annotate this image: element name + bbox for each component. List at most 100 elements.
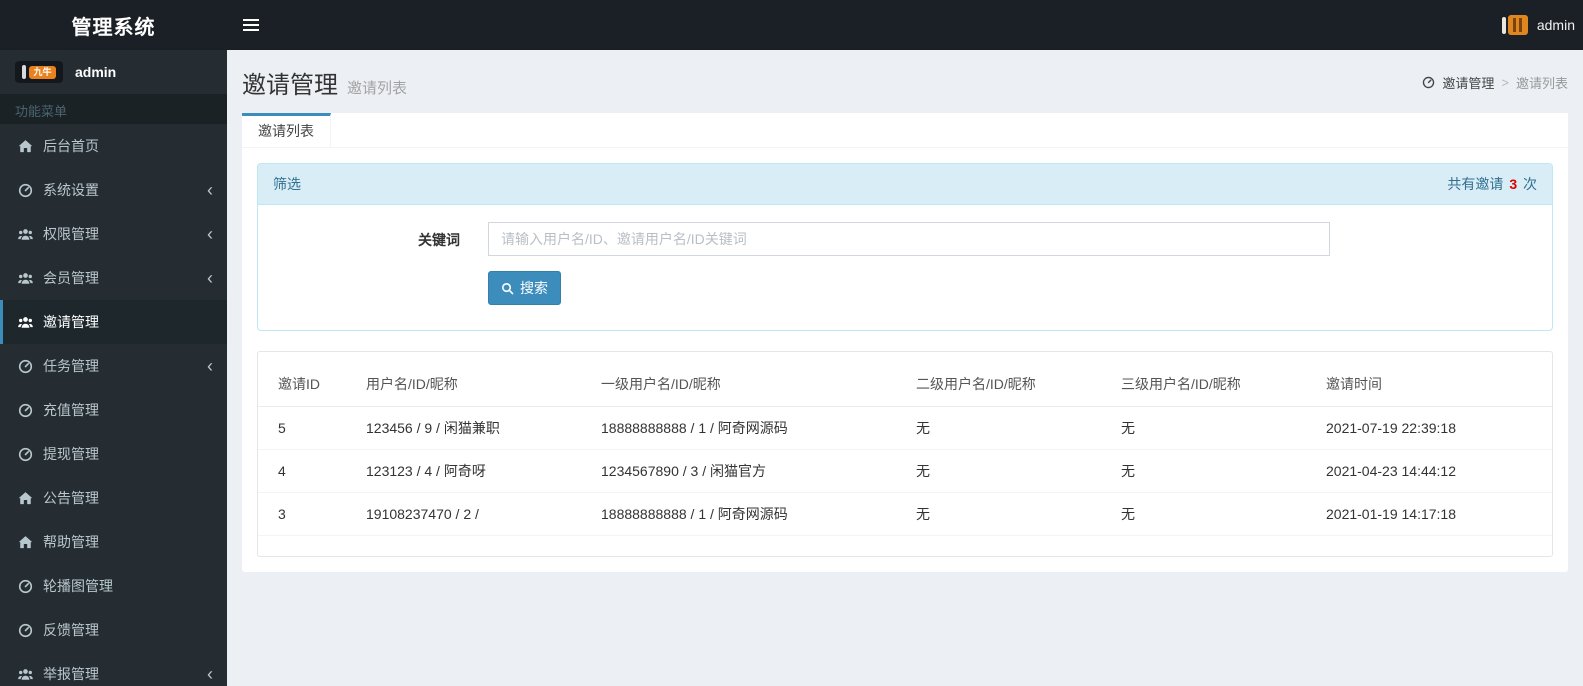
users-icon [18, 227, 33, 242]
sidebar-item-feedback[interactable]: 反馈管理 [0, 608, 227, 652]
keyword-input[interactable] [488, 222, 1330, 256]
content-header: 邀请管理 邀请列表 邀请管理 > 邀请列表 [227, 50, 1583, 113]
sidebar-item-home[interactable]: 后台首页 [0, 124, 227, 168]
column-header-user: 用户名/ID/昵称 [358, 360, 593, 407]
sidebar-item-label: 会员管理 [43, 270, 99, 286]
sidebar-item-label: 权限管理 [43, 226, 99, 242]
main-content: 邀请管理 邀请列表 邀请管理 > 邀请列表 邀请列表 筛选 共有邀请 3 次 关… [227, 50, 1583, 686]
sidebar-avatar: 九牛 [15, 61, 63, 83]
brand-logo[interactable]: 管理系统 [0, 0, 227, 50]
navbar: admin [227, 0, 1583, 50]
gauge-icon [18, 447, 33, 462]
tab-bar: 邀请列表 [242, 113, 1568, 148]
cell-invite-id: 4 [258, 449, 358, 493]
invite-count-prefix: 共有邀请 [1447, 176, 1504, 192]
cell-invite-time: 2021-01-19 14:17:18 [1318, 492, 1552, 536]
table-header-row: 邀请ID 用户名/ID/昵称 一级用户名/ID/昵称 二级用户名/ID/昵称 三… [258, 360, 1552, 407]
gauge-icon [18, 359, 33, 374]
sidebar-item-label: 举报管理 [43, 666, 99, 682]
sidebar-item-reports[interactable]: 举报管理 ‹ [0, 652, 227, 686]
sidebar-user-panel: 九牛 admin [0, 50, 227, 94]
sidebar-item-recharge[interactable]: 充值管理 [0, 388, 227, 432]
column-header-level3-user: 三级用户名/ID/昵称 [1113, 360, 1318, 407]
users-icon [18, 315, 33, 330]
avatar-decoration [1501, 16, 1506, 34]
sidebar-item-help[interactable]: 帮助管理 [0, 520, 227, 564]
cell-invite-id: 5 [258, 406, 358, 450]
cell-invite-time: 2021-07-19 22:39:18 [1318, 406, 1552, 450]
sidebar-item-tasks[interactable]: 任务管理 ‹ [0, 344, 227, 388]
gauge-icon [18, 623, 33, 638]
cell-invite-id: 3 [258, 492, 358, 536]
avatar-image [1507, 15, 1528, 35]
page-subtitle: 邀请列表 [347, 80, 408, 97]
search-button[interactable]: 搜索 [488, 271, 561, 305]
cell-level3-user: 无 [1113, 449, 1318, 493]
users-icon [18, 667, 33, 682]
filter-panel-body: 关键词 搜索 [258, 205, 1552, 330]
breadcrumb-separator: > [1501, 75, 1509, 90]
navbar-username: admin [1536, 17, 1575, 33]
cell-level2-user: 无 [908, 449, 1113, 493]
cell-level2-user: 无 [908, 406, 1113, 450]
cell-level2-user: 无 [908, 492, 1113, 536]
chevron-left-icon: ‹ [207, 268, 213, 288]
home-icon [18, 491, 33, 506]
search-button-label: 搜索 [520, 280, 548, 296]
sidebar-item-carousel[interactable]: 轮播图管理 [0, 564, 227, 608]
users-icon [18, 271, 33, 286]
gauge-icon [18, 403, 33, 418]
gauge-icon [18, 579, 33, 594]
top-navbar: 管理系统 admin [0, 0, 1583, 50]
home-icon [18, 535, 33, 550]
sidebar-item-label: 系统设置 [43, 182, 99, 198]
breadcrumb-current: 邀请列表 [1515, 76, 1568, 91]
sidebar-item-label: 帮助管理 [43, 534, 99, 550]
sidebar-item-label: 后台首页 [43, 138, 99, 154]
sidebar: 九牛 admin 功能菜单 后台首页 系统设置 ‹ 权限管理 ‹ 会员管理 ‹ … [0, 50, 227, 686]
cell-user: 123456 / 9 / 闲猫兼职 [358, 406, 593, 450]
chevron-left-icon: ‹ [207, 664, 213, 684]
sidebar-section-label: 功能菜单 [0, 94, 227, 124]
sidebar-item-withdrawals[interactable]: 提现管理 [0, 432, 227, 476]
breadcrumb: 邀请管理 > 邀请列表 [1422, 73, 1568, 92]
column-header-level2-user: 二级用户名/ID/昵称 [908, 360, 1113, 407]
chevron-left-icon: ‹ [207, 356, 213, 376]
sidebar-item-label: 提现管理 [43, 446, 99, 462]
cell-level1-user: 1234567890 / 3 / 闲猫官方 [593, 449, 908, 493]
tab-card: 邀请列表 筛选 共有邀请 3 次 关键词 请输入用户名/ID、邀请用户名/ID关… [242, 113, 1568, 572]
cell-invite-time: 2021-04-23 14:44:12 [1318, 449, 1552, 493]
chevron-left-icon: ‹ [207, 224, 213, 244]
avatar-decoration [22, 65, 27, 79]
filter-panel-title: 筛选 [273, 176, 301, 192]
chevron-left-icon: ‹ [207, 180, 213, 200]
avatar-badge: 九牛 [29, 65, 56, 79]
sidebar-item-label: 反馈管理 [43, 622, 99, 638]
invite-count-value: 3 [1509, 176, 1518, 192]
search-icon [501, 282, 514, 295]
sidebar-item-announcements[interactable]: 公告管理 [0, 476, 227, 520]
breadcrumb-root-link[interactable]: 邀请管理 [1442, 73, 1494, 92]
sidebar-item-members[interactable]: 会员管理 ‹ [0, 256, 227, 300]
page-title: 邀请管理 [242, 72, 338, 99]
hamburger-icon [243, 19, 259, 21]
table-row: 5 123456 / 9 / 闲猫兼职 18888888888 / 1 / 阿奇… [258, 406, 1552, 450]
sidebar-item-invitations[interactable]: 邀请管理 [0, 300, 227, 344]
sidebar-item-label: 邀请管理 [43, 314, 99, 330]
filter-panel: 筛选 共有邀请 3 次 关键词 搜索 [257, 163, 1553, 331]
table-row: 3 19108237470 / 2 / 18888888888 / 1 / 阿奇… [258, 492, 1552, 536]
sidebar-toggle-button[interactable] [227, 0, 275, 50]
sidebar-item-label: 公告管理 [43, 490, 99, 506]
invite-count-suffix: 次 [1523, 176, 1537, 192]
navbar-user-menu[interactable]: admin [1501, 0, 1575, 50]
user-avatar [1501, 15, 1528, 35]
tab-content: 筛选 共有邀请 3 次 关键词 搜索 [242, 148, 1568, 572]
invite-table: 邀请ID 用户名/ID/昵称 一级用户名/ID/昵称 二级用户名/ID/昵称 三… [258, 360, 1552, 536]
sidebar-item-permissions[interactable]: 权限管理 ‹ [0, 212, 227, 256]
tab-invite-list[interactable]: 邀请列表 [242, 113, 331, 147]
keyword-label: 关键词 [418, 232, 460, 248]
column-header-invite-time: 邀请时间 [1318, 360, 1552, 407]
sidebar-item-system-settings[interactable]: 系统设置 ‹ [0, 168, 227, 212]
cell-level3-user: 无 [1113, 492, 1318, 536]
sidebar-item-label: 任务管理 [43, 358, 99, 374]
